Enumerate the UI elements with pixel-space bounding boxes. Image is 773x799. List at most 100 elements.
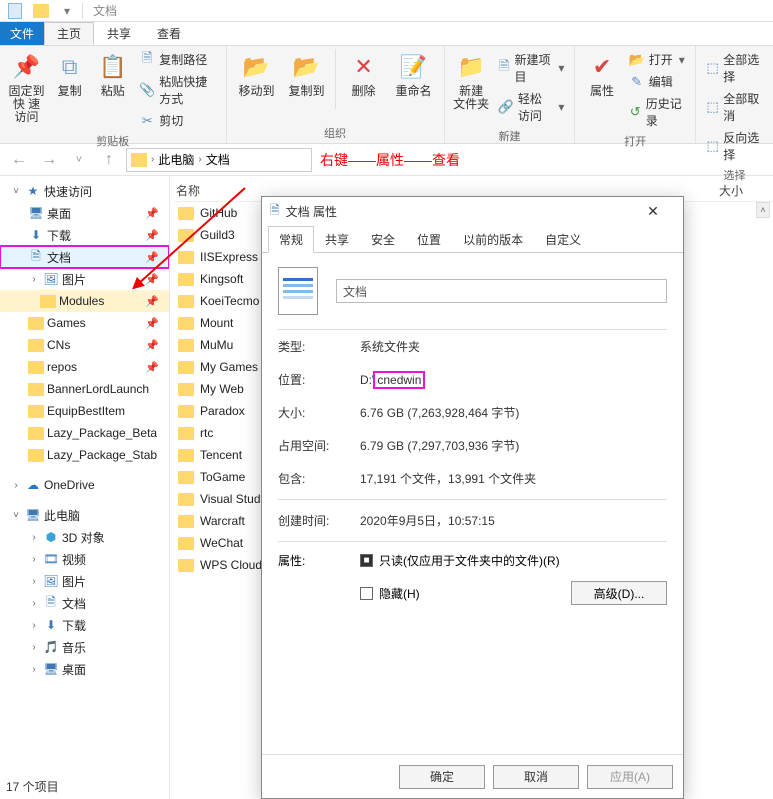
paste-button[interactable]: 📋粘贴 (92, 49, 133, 100)
downloads-icon: ⬇ (28, 228, 44, 242)
chevron-right-icon: › (198, 154, 201, 165)
tree-banner[interactable]: BannerLordLaunch (0, 378, 169, 400)
file-name: MuMu (200, 338, 233, 352)
moveto-button[interactable]: 📂移动到 (233, 49, 281, 100)
tree-modules[interactable]: Modules📌 (0, 290, 169, 312)
tab-custom[interactable]: 自定义 (534, 226, 592, 253)
folder-icon (178, 559, 194, 572)
folder-icon (178, 251, 194, 264)
ribbon-group-select: ⬚全部选择 ⬚全部取消 ⬚反向选择 选择 (696, 46, 773, 143)
tree-quick-access[interactable]: ˅★快速访问 (0, 180, 169, 202)
tree-lazy1[interactable]: Lazy_Package_Beta (0, 422, 169, 444)
tree-documents[interactable]: 🗎文档📌 (0, 246, 169, 268)
tree-lazy2[interactable]: Lazy_Package_Stab (0, 444, 169, 466)
tree-desktop[interactable]: 🖥桌面📌 (0, 202, 169, 224)
tab-file[interactable]: 文件 (0, 22, 44, 45)
qat-dropdown-icon[interactable]: ▾ (56, 1, 78, 21)
selectnone-button[interactable]: ⬚全部取消 (702, 88, 767, 126)
folder-icon (178, 339, 194, 352)
invert-button[interactable]: ⬚反向选择 (702, 127, 767, 165)
folder-icon (178, 317, 194, 330)
dialog-title: 文档 属性 (286, 203, 337, 220)
tab-home[interactable]: 主页 (44, 22, 94, 45)
tab-previous[interactable]: 以前的版本 (452, 226, 534, 253)
checkbox-icon (360, 587, 373, 600)
tab-security[interactable]: 安全 (360, 226, 406, 253)
scroll-up-icon[interactable]: ˄ (756, 202, 770, 218)
selectall-icon: ⬚ (706, 60, 719, 76)
folder-icon (178, 361, 194, 374)
tree-games[interactable]: Games📌 (0, 312, 169, 334)
file-name: IISExpress (200, 250, 258, 264)
folder-type-icon (278, 267, 318, 315)
breadcrumb-pc[interactable]: 此电脑 (158, 151, 194, 168)
paste-shortcut-button[interactable]: 📎粘贴快捷方式 (135, 71, 219, 109)
easyaccess-icon: 🔗 (498, 99, 514, 115)
tree-docs2[interactable]: ›🗎文档 (0, 592, 169, 614)
close-button[interactable]: ✕ (631, 197, 675, 225)
cancel-button[interactable]: 取消 (493, 765, 579, 789)
rename-button[interactable]: 📝重命名 (390, 49, 438, 100)
ok-button[interactable]: 确定 (399, 765, 485, 789)
file-name: KoeiTecmo (200, 294, 259, 308)
open-button[interactable]: 📂打开▾ (625, 49, 689, 70)
tree-onedrive[interactable]: ›☁OneDrive (0, 474, 169, 496)
tree-pictures2[interactable]: ›🖼图片 (0, 570, 169, 592)
tree-desktop2[interactable]: ›🖥桌面 (0, 658, 169, 680)
column-name[interactable]: 名称 (174, 182, 252, 199)
breadcrumb[interactable]: › 此电脑 › 文档 (126, 148, 312, 172)
tree-repos[interactable]: repos📌 (0, 356, 169, 378)
tab-view[interactable]: 查看 (144, 22, 194, 45)
tree-music[interactable]: ›🎵音乐 (0, 636, 169, 658)
navigation-pane: ˅★快速访问 🖥桌面📌 ⬇下载📌 🗎文档📌 ›🖼图片📌 Modules📌 Gam… (0, 176, 170, 799)
copy-path-button[interactable]: 🗎复制路径 (135, 49, 219, 70)
copyto-button[interactable]: 📂复制到 (283, 49, 331, 100)
tree-cns[interactable]: CNs📌 (0, 334, 169, 356)
tree-downloads2[interactable]: ›⬇下载 (0, 614, 169, 636)
tree-equip[interactable]: EquipBestItem (0, 400, 169, 422)
easyaccess-button[interactable]: 🔗轻松访问▾ (494, 88, 569, 126)
tree-thispc[interactable]: ˅🖥此电脑 (0, 504, 169, 526)
tree-videos[interactable]: ›🎞视频 (0, 548, 169, 570)
up-button[interactable]: ↑ (96, 147, 122, 173)
delete-button[interactable]: ✕删除 (340, 49, 388, 100)
tree-pictures[interactable]: ›🖼图片📌 (0, 268, 169, 290)
history-button[interactable]: ↺历史记录 (625, 93, 689, 131)
pin-icon: 📌 (11, 51, 43, 83)
pin-icon: 📌 (145, 295, 165, 308)
copy-button[interactable]: ⧉复制 (49, 49, 90, 100)
checkbox-hidden[interactable]: 隐藏(H) (360, 585, 420, 602)
forward-button[interactable]: → (36, 147, 62, 173)
pin-quickaccess-button[interactable]: 📌固定到快 速访问 (6, 49, 47, 126)
folder-icon (178, 537, 194, 550)
qat-file-icon[interactable] (4, 1, 26, 21)
apply-button[interactable]: 应用(A) (587, 765, 673, 789)
tab-share[interactable]: 共享 (94, 22, 144, 45)
file-name: Guild3 (200, 228, 235, 242)
tab-general[interactable]: 常规 (268, 226, 314, 253)
folder-name-field[interactable]: 文档 (336, 279, 667, 303)
edit-button[interactable]: ✎编辑 (625, 71, 689, 92)
newitem-button[interactable]: 🗎新建项目▾ (494, 49, 569, 87)
video-icon: 🎞 (43, 552, 59, 566)
cut-button[interactable]: ✂剪切 (135, 110, 219, 131)
column-size[interactable]: 大小 (719, 182, 773, 199)
breadcrumb-docs[interactable]: 文档 (206, 151, 230, 168)
file-name: Paradox (200, 404, 245, 418)
recent-dropdown[interactable]: ˅ (66, 147, 92, 173)
tree-3d[interactable]: ›⬢3D 对象 (0, 526, 169, 548)
tab-location[interactable]: 位置 (406, 226, 452, 253)
back-button[interactable]: ← (6, 147, 32, 173)
dialog-titlebar[interactable]: 🗎 文档 属性 ✕ (262, 197, 683, 225)
properties-button[interactable]: ✔属性 (581, 49, 622, 100)
advanced-button[interactable]: 高级(D)... (571, 581, 667, 605)
pin-icon: 📌 (145, 361, 165, 374)
checkbox-readonly[interactable]: ■只读(仅应用于文件夹中的文件)(R) (360, 552, 667, 569)
qat-folder-icon[interactable] (30, 1, 52, 21)
tab-share[interactable]: 共享 (314, 226, 360, 253)
newfolder-button[interactable]: 📁新建 文件夹 (451, 49, 492, 113)
folder-icon (178, 273, 194, 286)
selectall-button[interactable]: ⬚全部选择 (702, 49, 767, 87)
folder-icon (40, 295, 56, 308)
tree-downloads[interactable]: ⬇下载📌 (0, 224, 169, 246)
